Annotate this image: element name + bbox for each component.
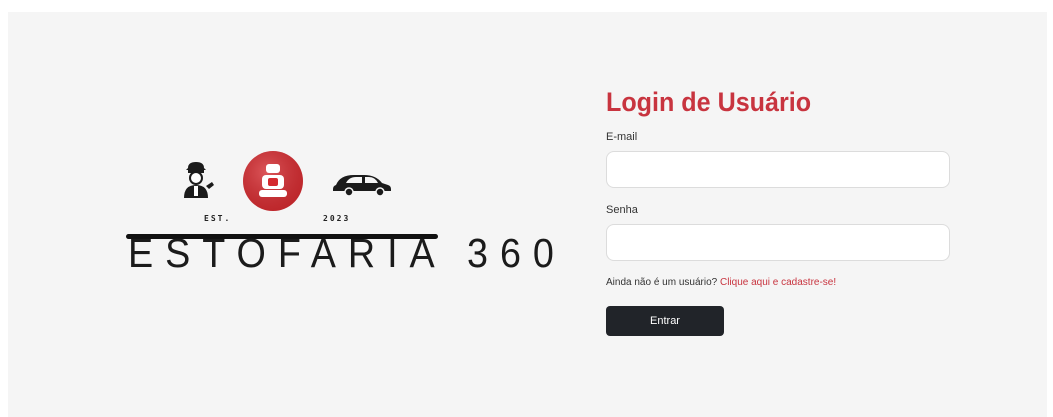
car-icon: [333, 175, 391, 197]
login-page: EST. 2023 ESTOFARIA 360 Login de Usuário…: [8, 12, 1047, 417]
email-label: E-mail: [606, 131, 638, 143]
page-title: Login de Usuário: [606, 87, 812, 117]
email-field[interactable]: [606, 151, 950, 188]
brand-name: ESTOFARIA 360: [128, 230, 566, 276]
signup-prompt: Ainda não é um usuário?: [606, 277, 718, 288]
login-form: Login de Usuário E-mail Senha Ainda não …: [606, 84, 952, 336]
signup-link[interactable]: Clique aqui e cadastre-se!: [720, 277, 836, 288]
car-seat-icon: [243, 151, 303, 211]
password-label: Senha: [606, 204, 638, 216]
est-year: 2023: [323, 214, 351, 223]
mechanic-icon: [184, 162, 214, 198]
submit-button[interactable]: Entrar: [606, 306, 724, 336]
password-field[interactable]: [606, 224, 950, 261]
est-label: EST.: [204, 214, 232, 223]
brand-logo: EST. 2023 ESTOFARIA 360: [118, 150, 566, 300]
logo-graphic: [126, 151, 438, 239]
signup-text: Ainda não é um usuário? Clique aqui e ca…: [606, 277, 952, 288]
